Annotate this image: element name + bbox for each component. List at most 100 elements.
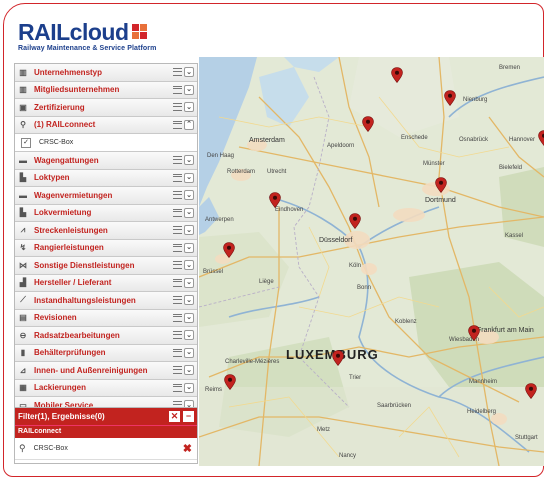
filter-category: RAILconnect <box>15 425 197 438</box>
map-view[interactable]: Amsterdam Den Haag Rotterdam Utrecht Ape… <box>199 57 544 466</box>
filter-row-label: Wagenvermietungen <box>34 190 113 200</box>
filter-category-row[interactable]: ⟋ Instandhaltungsleistungen ⌄ <box>15 292 197 310</box>
list-icon[interactable] <box>173 103 182 112</box>
list-icon[interactable] <box>173 383 182 392</box>
building-icon: ▥ <box>19 85 27 95</box>
chevron-down-icon[interactable]: ⌄ <box>184 225 194 236</box>
map-city-label: Nancy <box>339 453 357 459</box>
list-icon[interactable] <box>173 226 182 235</box>
list-icon[interactable] <box>173 261 182 270</box>
filter-category-row[interactable]: ▣ Zertifizierung ⌄ <box>15 99 197 117</box>
map-city-label: Saarbrücken <box>377 403 412 409</box>
filter-category-row[interactable]: ⋈ Sonstige Dienstleistungen ⌄ <box>15 257 197 275</box>
filter-category-row[interactable]: ▟ Hersteller / Lieferant ⌄ <box>15 274 197 292</box>
filter-category-row[interactable]: ⚲ (1) RAILconnect ⌃ <box>15 116 197 134</box>
list-icon[interactable] <box>173 156 182 165</box>
chevron-down-icon[interactable]: ⌄ <box>184 207 194 218</box>
list-icon[interactable] <box>173 173 182 182</box>
paint-icon: ▦ <box>19 383 27 393</box>
list-icon[interactable] <box>173 120 182 129</box>
map-marker-icon[interactable] <box>444 90 456 106</box>
chevron-down-icon[interactable]: ⌄ <box>184 102 194 113</box>
filter-category-row[interactable]: ▮ Behälterprüfungen ⌄ <box>15 344 197 362</box>
row-controls: ⌄ <box>173 365 194 376</box>
chevron-down-icon[interactable]: ⌄ <box>184 295 194 306</box>
map-marker-icon[interactable] <box>223 242 235 258</box>
minimize-icon[interactable]: − <box>183 411 194 422</box>
map-marker-icon[interactable] <box>224 374 236 390</box>
map-city-label: Amsterdam <box>249 137 285 144</box>
map-city-label: Trier <box>349 375 362 381</box>
chevron-up-icon[interactable]: ⌃ <box>184 119 194 130</box>
row-controls: ⌄ <box>173 312 194 323</box>
filter-category-row[interactable]: ▦ Lackierungen ⌄ <box>15 379 197 397</box>
filter-category-row[interactable]: ▙ Loktypen ⌄ <box>15 169 197 187</box>
list-icon[interactable] <box>173 278 182 287</box>
list-icon[interactable] <box>173 331 182 340</box>
filter-category-row[interactable]: ▥ Mitgliedsunternehmen ⌄ <box>15 81 197 99</box>
chevron-down-icon[interactable]: ⌄ <box>184 190 194 201</box>
chevron-down-icon[interactable]: ⌄ <box>184 84 194 95</box>
list-icon[interactable] <box>173 366 182 375</box>
list-icon[interactable] <box>173 243 182 252</box>
chevron-down-icon[interactable]: ⌄ <box>184 382 194 393</box>
filter-option-row[interactable]: ✓ CRSC-Box <box>15 134 197 152</box>
checkbox-icon[interactable]: ✓ <box>21 137 31 148</box>
active-filter-panel: Filter(1), Ergebnisse(0) ✕ − RAILconnect… <box>14 407 198 464</box>
map-marker-icon[interactable] <box>468 325 480 341</box>
map-marker-icon[interactable] <box>362 116 374 132</box>
locomotive-icon: ▙ <box>19 173 27 183</box>
filter-category-row[interactable]: ▤ Revisionen ⌄ <box>15 309 197 327</box>
list-icon[interactable] <box>173 313 182 322</box>
chevron-down-icon[interactable]: ⌄ <box>184 347 194 358</box>
list-icon[interactable] <box>173 348 182 357</box>
list-icon[interactable] <box>173 191 182 200</box>
chevron-down-icon[interactable]: ⌄ <box>184 172 194 183</box>
map-marker-icon[interactable] <box>538 130 544 146</box>
map-marker-icon[interactable] <box>269 192 281 208</box>
list-icon[interactable] <box>173 68 182 77</box>
map-marker-icon[interactable] <box>391 67 403 83</box>
filter-row-label: Lokvermietung <box>34 208 92 218</box>
chevron-down-icon[interactable]: ⌄ <box>184 330 194 341</box>
chevron-down-icon[interactable]: ⌄ <box>184 67 194 78</box>
filter-category-row[interactable]: ▬ Wagenvermietungen ⌄ <box>15 187 197 205</box>
list-icon[interactable] <box>173 296 182 305</box>
filter-category-row[interactable]: ↯ Rangierleistungen ⌄ <box>15 239 197 257</box>
map-city-label: Apeldoorn <box>327 143 355 149</box>
filter-category-row[interactable]: ▙ Lokvermietung ⌄ <box>15 204 197 222</box>
row-controls: ⌄ <box>173 347 194 358</box>
map-marker-icon[interactable] <box>435 177 447 193</box>
list-icon[interactable] <box>173 208 182 217</box>
railcloud-logo[interactable]: RAIL cloud Railway Maintenance & Service … <box>18 20 156 52</box>
filter-category-row[interactable]: ⊖ Radsatzbearbeitungen ⌄ <box>15 327 197 345</box>
filter-row-label: Sonstige Dienstleistungen <box>34 260 135 270</box>
map-city-label: Mannheim <box>469 379 498 385</box>
map-marker-icon[interactable] <box>349 213 361 229</box>
filter-category-row[interactable]: ⩘ Streckenleistungen ⌄ <box>15 222 197 240</box>
filter-category-row[interactable]: ▬ Wagengattungen ⌄ <box>15 152 197 170</box>
map-marker-icon[interactable] <box>332 350 344 366</box>
map-city-label: Dortmund <box>425 197 456 204</box>
filter-row-label: Rangierleistungen <box>34 243 104 253</box>
remove-filter-icon[interactable]: ✖ <box>183 442 192 455</box>
chevron-down-icon[interactable]: ⌄ <box>184 277 194 288</box>
chevron-down-icon[interactable]: ⌄ <box>184 365 194 376</box>
row-controls: ⌄ <box>173 260 194 271</box>
chevron-down-icon[interactable]: ⌄ <box>184 312 194 323</box>
filter-category-row[interactable]: ▥ Unternehmenstyp ⌄ <box>15 64 197 82</box>
map-marker-icon[interactable] <box>525 383 537 399</box>
filter-category-row[interactable]: ⊿ Innen- und Außenreinigungen ⌄ <box>15 362 197 380</box>
close-icon[interactable]: ✕ <box>169 411 180 422</box>
chevron-down-icon[interactable]: ⌄ <box>184 242 194 253</box>
filter-row-label: Instandhaltungsleistungen <box>34 295 136 305</box>
map-city-label: Frankfurt am Main <box>477 327 534 334</box>
chevron-down-icon[interactable]: ⌄ <box>184 260 194 271</box>
map-city-label: Reims <box>205 387 223 393</box>
wagon-icon: ▬ <box>19 155 27 165</box>
row-controls: ⌄ <box>173 277 194 288</box>
filter-item: ⚲ CRSC-Box ✖ <box>15 438 197 460</box>
chevron-down-icon[interactable]: ⌄ <box>184 155 194 166</box>
locomotive-icon: ▙ <box>19 208 27 218</box>
list-icon[interactable] <box>173 85 182 94</box>
